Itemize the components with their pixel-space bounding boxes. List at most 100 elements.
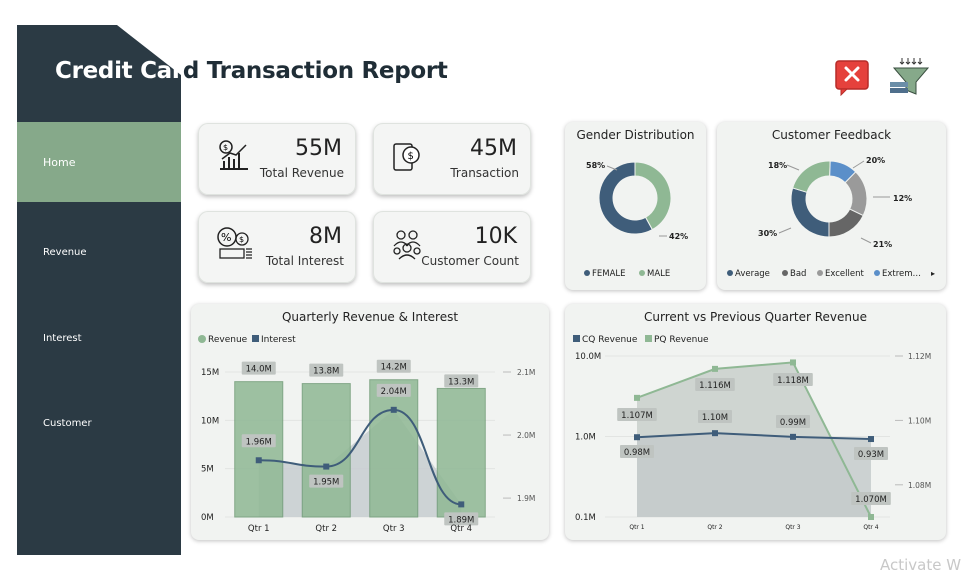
sidebar-item-revenue[interactable]: Revenue [17, 212, 181, 292]
cq-pq-panel: Current vs Previous Quarter Revenue CQ R… [565, 304, 946, 540]
x-tick-label: Qtr 4 [450, 524, 472, 534]
interest-percent-icon: % $ [217, 227, 252, 259]
funnel-filter-icon[interactable] [888, 56, 932, 100]
legend-label: Excellent [825, 269, 864, 279]
customer-feedback-panel: Customer Feedback 30% 21% 12% 20% 18% Average… [717, 122, 946, 290]
slice-label: 42% [669, 232, 688, 241]
y-tick-label: 5M [201, 465, 214, 475]
cq-data-label: 0.93M [858, 450, 884, 460]
card-payment-icon: $ [393, 143, 420, 171]
kpi-value: 45M [470, 136, 517, 161]
leader-line [860, 237, 872, 244]
slice-label: 20% [866, 156, 885, 165]
x-tick-label: Qtr 2 [315, 524, 337, 534]
y-tick-label: 10M [201, 416, 219, 426]
revenue-chart-icon: $ [219, 140, 248, 170]
slice-label: 58% [586, 161, 605, 170]
interest-point [255, 457, 262, 464]
y2-tick-label: 1.12M [908, 352, 931, 361]
activate-windows-watermark: Activate W [880, 556, 962, 573]
kpi-label: Transaction [450, 166, 519, 180]
interest-point [323, 463, 330, 470]
y-tick-label: 10.0M [575, 352, 601, 362]
kpi-customer-count: 10K Customer Count [373, 211, 531, 283]
interest-point [390, 406, 397, 413]
x-tick-label: Qtr 2 [707, 524, 722, 531]
cq-point [790, 433, 796, 440]
pq-point [634, 394, 640, 401]
pq-data-label: 1.070M [855, 495, 887, 505]
x-tick-label: Qtr 3 [383, 524, 405, 534]
interest-data-label: 2.04M [381, 387, 407, 397]
legend-label: Bad [790, 269, 806, 279]
leader-line [786, 164, 800, 171]
revenue-bar [301, 383, 351, 518]
slice-label: 30% [758, 229, 777, 238]
kpi-transaction: $ 45M Transaction [373, 123, 531, 195]
legend-label: Interest [261, 335, 296, 345]
quarterly-revenue-panel: Quarterly Revenue & Interest Revenue Inte… [191, 304, 549, 540]
kpi-value: 8M [309, 224, 342, 249]
page-title: Credit Card Transaction Report [55, 58, 448, 84]
y-tick-label: 1.0M [575, 433, 596, 443]
pq-point [790, 359, 796, 366]
sidebar-item-label: Interest [43, 332, 82, 344]
x-tick-label: Qtr 4 [863, 524, 878, 531]
pq-data-label: 1.107M [621, 411, 653, 421]
pq-point [712, 365, 718, 372]
legend-marker [645, 335, 652, 342]
kpi-total-revenue: $ 55M Total Revenue [198, 123, 356, 195]
revenue-bar [234, 381, 284, 518]
slice-label: 21% [873, 240, 892, 249]
cq-pq-line-chart: CQ Revenue PQ Revenue 0.1M 1.0M 10.0M 1.08M 1.… [573, 335, 931, 531]
sidebar-item-home[interactable]: Home [17, 122, 181, 202]
revenue-bar [369, 379, 419, 518]
interest-data-label: 1.96M [246, 437, 272, 447]
svg-text:$: $ [408, 151, 414, 162]
sidebar-item-label: Customer [43, 417, 92, 429]
legend-marker [584, 270, 590, 276]
clear-filters-icon[interactable] [835, 60, 871, 96]
sidebar-item-interest[interactable]: Interest [17, 298, 181, 378]
kpi-label: Total Interest [265, 254, 344, 268]
donut-slice [828, 208, 864, 238]
revenue-data-label: 13.3M [448, 377, 474, 387]
legend-marker [198, 335, 206, 343]
cq-data-label: 0.99M [780, 418, 806, 428]
interest-data-label: 1.95M [313, 478, 339, 488]
pq-data-label: 1.116M [699, 381, 731, 391]
legend-marker [874, 270, 880, 276]
pq-point [868, 514, 874, 520]
legend-next-arrow: ▸ [931, 269, 935, 278]
x-tick-label: Qtr 1 [629, 524, 644, 531]
y-tick-label: 15M [201, 368, 219, 378]
slice-label: 18% [768, 161, 787, 170]
sidebar-item-customer[interactable]: Customer [17, 383, 181, 463]
kpi-total-interest: % $ 8M Total Interest [198, 211, 356, 283]
legend-label: Average [735, 269, 770, 279]
kpi-label: Total Revenue [259, 166, 344, 180]
cq-point [634, 434, 640, 441]
y-tick-label: 0.1M [575, 513, 596, 523]
dashboard-canvas: Credit Card Transaction Report Home Reve… [0, 0, 972, 573]
sidebar-item-label: Revenue [43, 246, 87, 258]
revenue-bar [436, 387, 486, 518]
pq-data-label: 1.118M [777, 376, 809, 386]
revenue-data-label: 14.2M [381, 363, 407, 373]
legend-marker [782, 270, 788, 276]
legend-label: Extrem… [882, 269, 921, 279]
legend-marker [252, 335, 259, 342]
cq-point [712, 430, 718, 437]
kpi-value: 55M [295, 136, 342, 161]
feedback-donut-chart: 30% 21% 12% 20% 18% Average Bad Excellent Extrem… [727, 156, 935, 279]
legend-marker [817, 270, 823, 276]
donut-slice [792, 160, 831, 193]
cq-data-label: 0.98M [624, 448, 650, 458]
interest-point [458, 501, 465, 508]
y2-tick-label: 2.0M [517, 431, 535, 440]
sidebar-item-label: Home [43, 155, 76, 169]
x-tick-label: Qtr 3 [785, 524, 800, 531]
y2-tick-label: 1.9M [517, 494, 535, 503]
y2-tick-label: 2.1M [517, 368, 535, 377]
leader-line [778, 227, 792, 234]
